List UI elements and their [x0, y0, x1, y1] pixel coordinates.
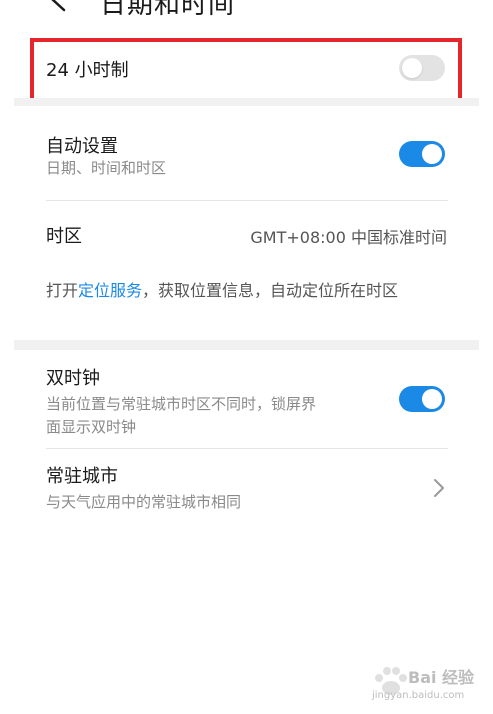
- location-info: 打开定位服务，获取位置信息，自动定位所在时区: [46, 276, 446, 306]
- section-gap: [14, 340, 479, 350]
- home-city-subtitle: 与天气应用中的常驻城市相同: [46, 493, 242, 511]
- dual-clock-subtitle-2: 面显示双时钟: [46, 418, 137, 436]
- dual-clock-subtitle-1: 当前位置与常驻城市时区不同时，锁屏界: [46, 395, 317, 413]
- section-gap: [14, 98, 479, 106]
- auto-set-toggle[interactable]: [399, 141, 445, 167]
- toggle-knob: [422, 389, 442, 409]
- timezone-value: GMT+08:00 中国标准时间: [250, 228, 447, 247]
- page-title: 日期和时间: [100, 0, 236, 20]
- auto-set-label: 自动设置: [46, 136, 118, 157]
- location-service-link[interactable]: 定位服务: [78, 281, 142, 300]
- dual-clock-label: 双时钟: [46, 368, 100, 389]
- location-info-prefix: 打开: [46, 281, 79, 300]
- location-info-suffix: ，获取位置信息，自动定位所在时区: [142, 281, 399, 300]
- watermark-text: Bai 经验: [408, 668, 475, 687]
- divider: [46, 448, 448, 449]
- highlight-box: [30, 38, 462, 106]
- header: 日期和时间: [0, 0, 493, 22]
- back-arrow-icon[interactable]: [46, 0, 72, 12]
- auto-set-subtitle: 日期、时间和时区: [46, 159, 167, 177]
- toggle-knob: [422, 144, 442, 164]
- chevron-right-icon: [434, 479, 444, 497]
- home-city-label: 常驻城市: [46, 466, 118, 487]
- timezone-label: 时区: [46, 226, 82, 247]
- dual-clock-toggle[interactable]: [399, 386, 445, 412]
- watermark-url: jingyan.baidu.com: [372, 690, 465, 701]
- divider: [46, 200, 448, 201]
